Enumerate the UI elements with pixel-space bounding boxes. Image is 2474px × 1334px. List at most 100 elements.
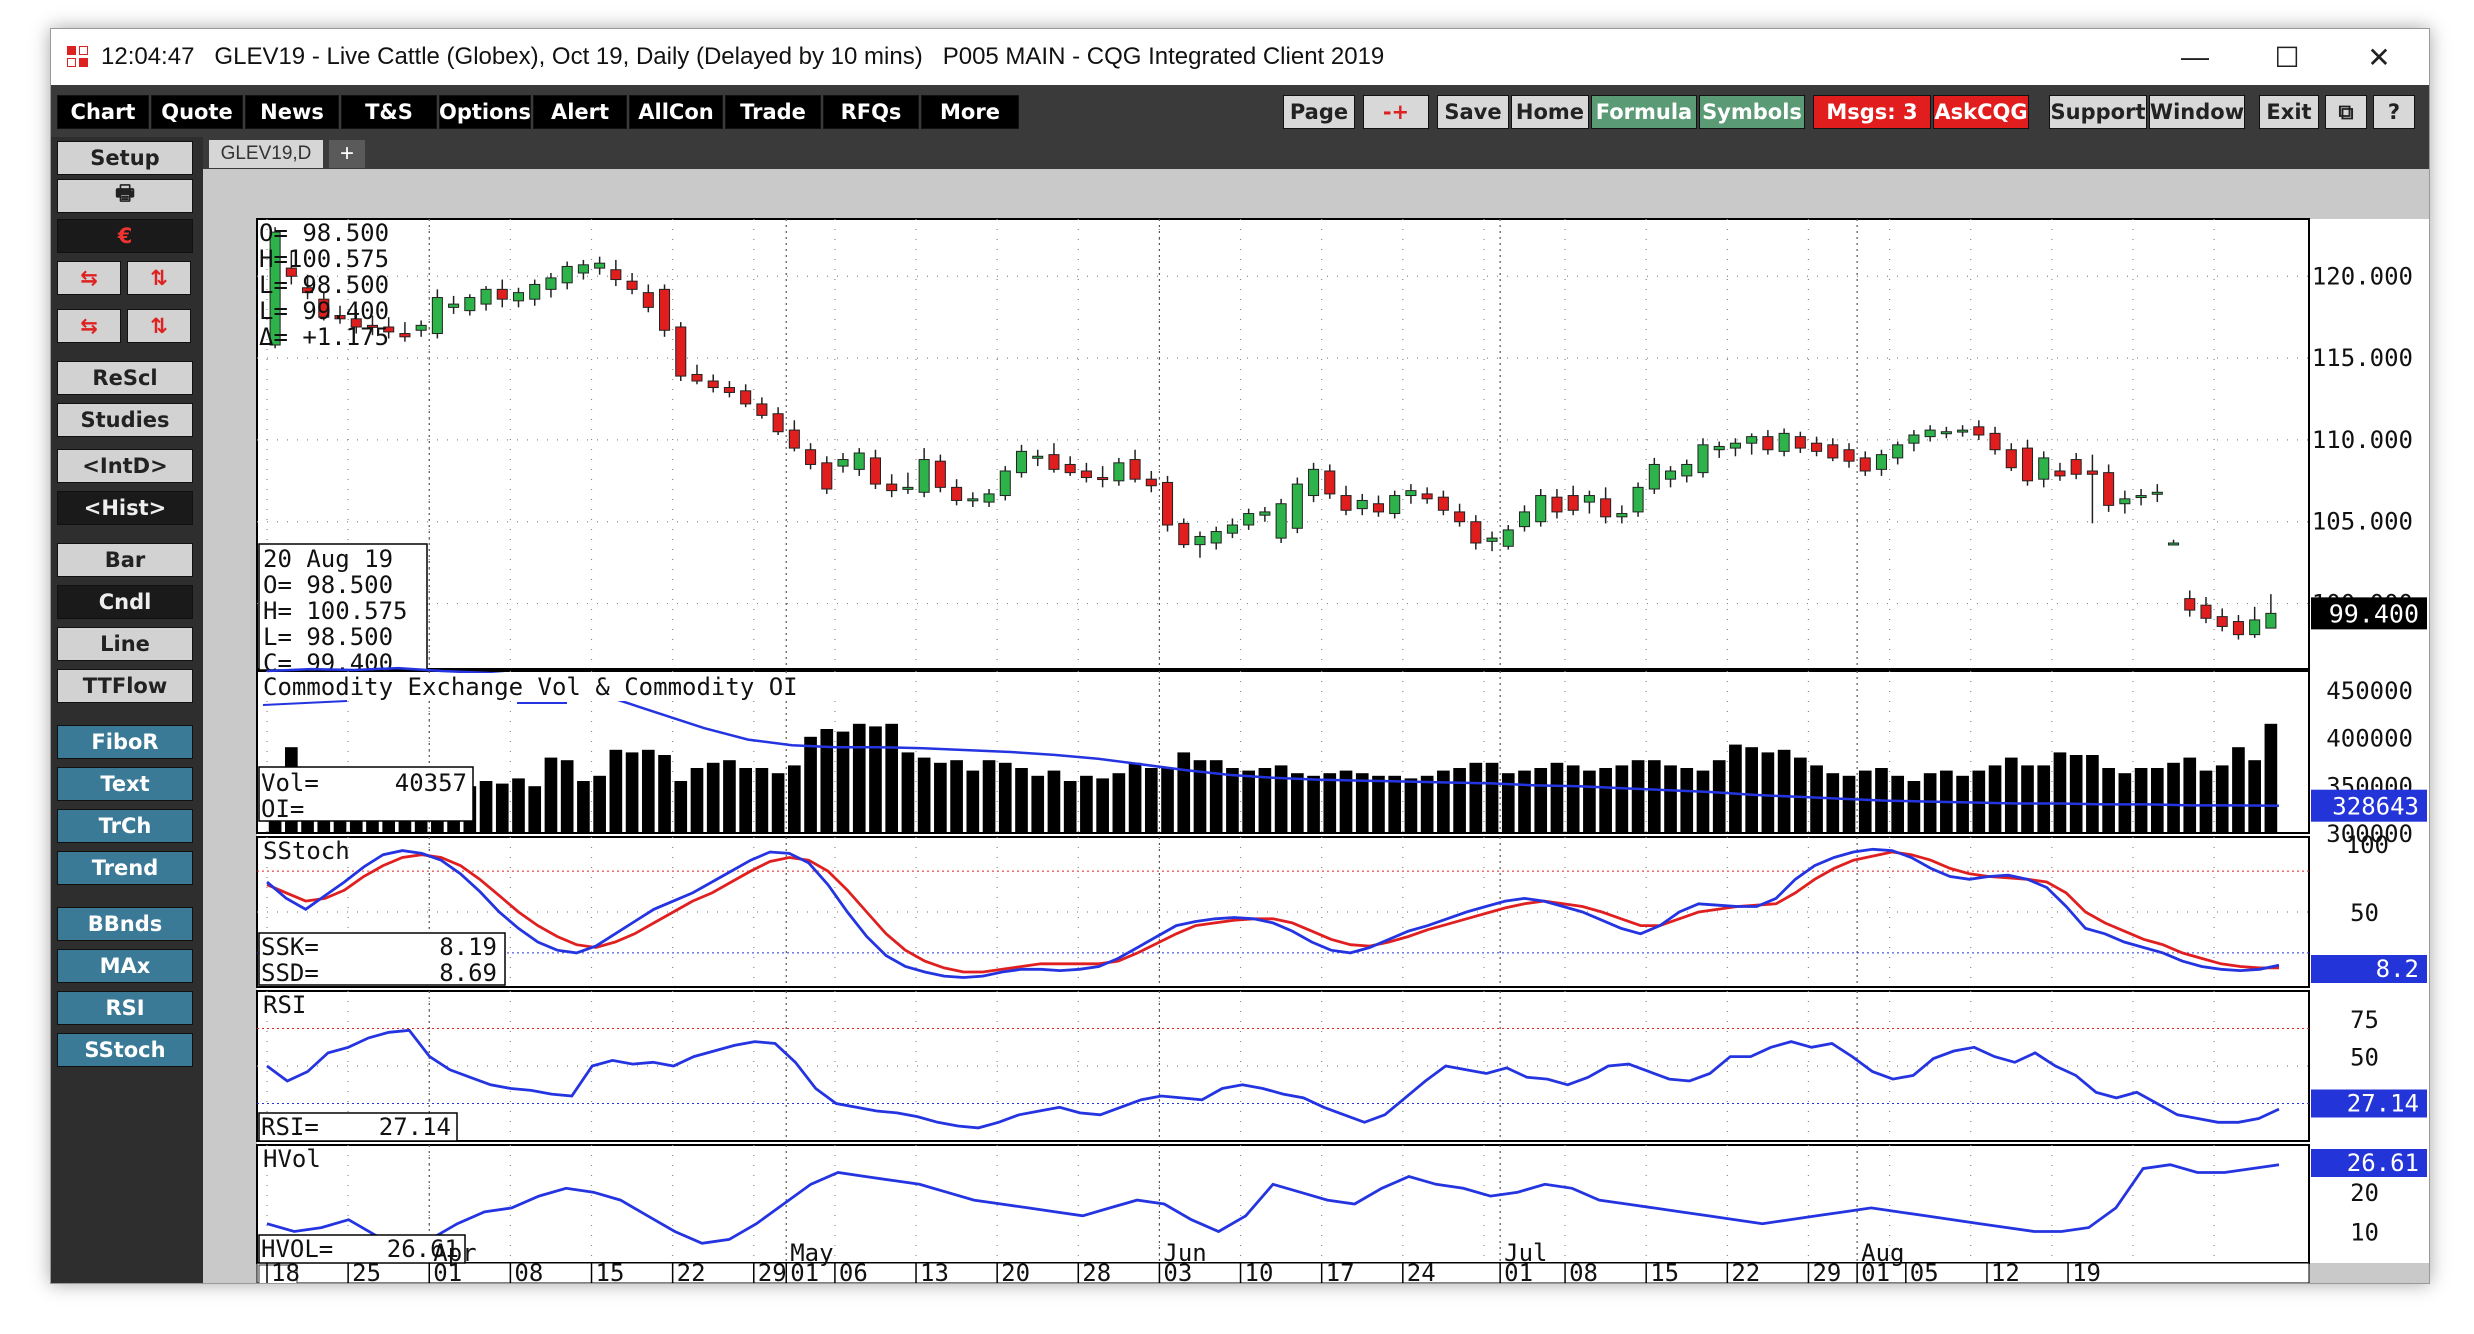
rfqs-button[interactable]: RFQs xyxy=(823,95,919,129)
swap-left-button[interactable]: ⇆ xyxy=(57,261,121,295)
intraday-button[interactable]: <IntD> xyxy=(57,449,193,483)
candle-body xyxy=(2054,470,2066,477)
zoom-plus-minus-button[interactable]: -+ xyxy=(1363,95,1429,129)
trch-button[interactable]: TrCh xyxy=(57,809,193,843)
close-button[interactable]: ✕ xyxy=(2333,29,2425,85)
maximize-button[interactable]: ☐ xyxy=(2241,29,2333,85)
exit-button[interactable]: Exit xyxy=(2259,95,2319,129)
volume-bar xyxy=(1664,765,1677,833)
candle-body xyxy=(594,262,606,269)
volume-bar xyxy=(2183,757,2197,833)
candle-body xyxy=(2265,612,2277,629)
volume-bar xyxy=(577,781,590,833)
candle-body xyxy=(837,459,849,467)
date-tick-label: 05 xyxy=(1910,1259,1939,1283)
volume-bar xyxy=(1810,765,1823,833)
candle-body xyxy=(399,333,411,338)
support-button[interactable]: Support xyxy=(2049,95,2147,129)
text-tool-button[interactable]: Text xyxy=(57,767,193,801)
candle-body xyxy=(1194,535,1206,546)
volume-bar xyxy=(1988,765,2002,833)
candle-body xyxy=(2005,449,2017,469)
sstoch-button[interactable]: SStoch xyxy=(57,1033,193,1067)
volume-bar xyxy=(1307,775,1320,833)
swap-vertical-2-button[interactable]: ⇅ xyxy=(127,309,191,343)
volume-bar xyxy=(1453,768,1466,833)
volume-bar xyxy=(1501,773,1515,833)
messages-button[interactable]: Msgs: 3 xyxy=(1813,95,1931,129)
date-tick-label: 25 xyxy=(352,1259,381,1283)
volume-bar xyxy=(1388,775,1402,833)
page-button[interactable]: Page xyxy=(1283,95,1355,129)
cqg-app-icon xyxy=(67,46,89,68)
news-button[interactable]: News xyxy=(245,95,339,129)
quote-button[interactable]: Quote xyxy=(151,95,243,129)
volume-bar xyxy=(2264,723,2278,833)
volume-bar xyxy=(820,729,834,833)
chart-tab-glev19[interactable]: GLEV19,D xyxy=(209,140,323,168)
volume-bar xyxy=(690,768,704,833)
print-button[interactable]: 🖶 xyxy=(57,179,193,213)
ts-button[interactable]: T&S xyxy=(341,95,437,129)
rescale-button[interactable]: ReScl xyxy=(57,361,193,395)
chart-area[interactable]: 120.000115.000110.000105.000100.00099.40… xyxy=(203,169,2429,1283)
line-chart-button[interactable]: Line xyxy=(57,627,193,661)
alert-button[interactable]: Alert xyxy=(533,95,627,129)
chart-button[interactable]: Chart xyxy=(57,95,149,129)
candle-body xyxy=(1210,531,1222,544)
volume-bar xyxy=(2248,760,2261,833)
price-tick-label: 110.000 xyxy=(2312,426,2413,454)
setup-button[interactable]: Setup xyxy=(57,141,193,175)
help-button[interactable]: ? xyxy=(2373,95,2415,129)
rsi-last-value: 27.14 xyxy=(2347,1090,2419,1118)
home-button[interactable]: Home xyxy=(1511,95,1589,129)
restore-window-button[interactable]: ⧉ xyxy=(2325,95,2367,129)
candle-body xyxy=(464,297,476,312)
more-button[interactable]: More xyxy=(921,95,1019,129)
candle-body xyxy=(1470,521,1482,544)
candle-body xyxy=(1259,511,1271,516)
bar-info-line: H= 100.575 xyxy=(263,597,408,625)
candle-body xyxy=(999,470,1011,497)
window-menu-button[interactable]: Window xyxy=(2149,95,2245,129)
bar-chart-button[interactable]: Bar xyxy=(57,543,193,577)
candle-body xyxy=(1681,463,1693,477)
candle-body xyxy=(1032,455,1044,459)
formula-button[interactable]: Formula xyxy=(1591,95,1697,129)
candle-body xyxy=(1048,454,1060,470)
volume-bar xyxy=(2004,757,2018,833)
fibor-button[interactable]: FiboR xyxy=(57,725,193,759)
candle-chart-button[interactable]: Cndl xyxy=(57,585,193,619)
candle-body xyxy=(1827,444,1839,459)
date-tick-label: 01 xyxy=(433,1259,462,1283)
historical-button[interactable]: <Hist> xyxy=(57,491,193,525)
date-tick-label: 22 xyxy=(677,1259,706,1283)
ttflow-button[interactable]: TTFlow xyxy=(57,669,193,703)
title-bar: 12:04:47 GLEV19 - Live Cattle (Globex), … xyxy=(51,29,2429,85)
trend-button[interactable]: Trend xyxy=(57,851,193,885)
bbands-button[interactable]: BBnds xyxy=(57,907,193,941)
ohlc-readout-line: L= 98.500 xyxy=(259,271,389,299)
currency-button[interactable]: € xyxy=(57,219,193,253)
options-button[interactable]: Options xyxy=(439,95,531,129)
volume-bar xyxy=(1420,775,1434,833)
max-button[interactable]: MAx xyxy=(57,949,193,983)
swap-left-2-button[interactable]: ⇆ xyxy=(57,309,121,343)
add-tab-button[interactable]: + xyxy=(329,140,365,168)
candle-body xyxy=(1372,503,1384,513)
askcqg-button[interactable]: AskCQG xyxy=(1933,95,2029,129)
volume-bar xyxy=(1907,781,1921,833)
swap-vertical-button[interactable]: ⇅ xyxy=(127,261,191,295)
minimize-button[interactable]: — xyxy=(2149,29,2241,85)
candle-body xyxy=(2021,447,2034,482)
symbols-button[interactable]: Symbols xyxy=(1699,95,1805,129)
studies-button[interactable]: Studies xyxy=(57,403,193,437)
vol-label: Vol= xyxy=(261,769,319,797)
trade-button[interactable]: Trade xyxy=(725,95,821,129)
candle-body xyxy=(1518,511,1531,528)
rsi-button[interactable]: RSI xyxy=(57,991,193,1025)
save-button[interactable]: Save xyxy=(1437,95,1509,129)
volume-bar xyxy=(1777,749,1791,833)
allcon-button[interactable]: AllCon xyxy=(629,95,723,129)
candle-body xyxy=(853,452,865,470)
